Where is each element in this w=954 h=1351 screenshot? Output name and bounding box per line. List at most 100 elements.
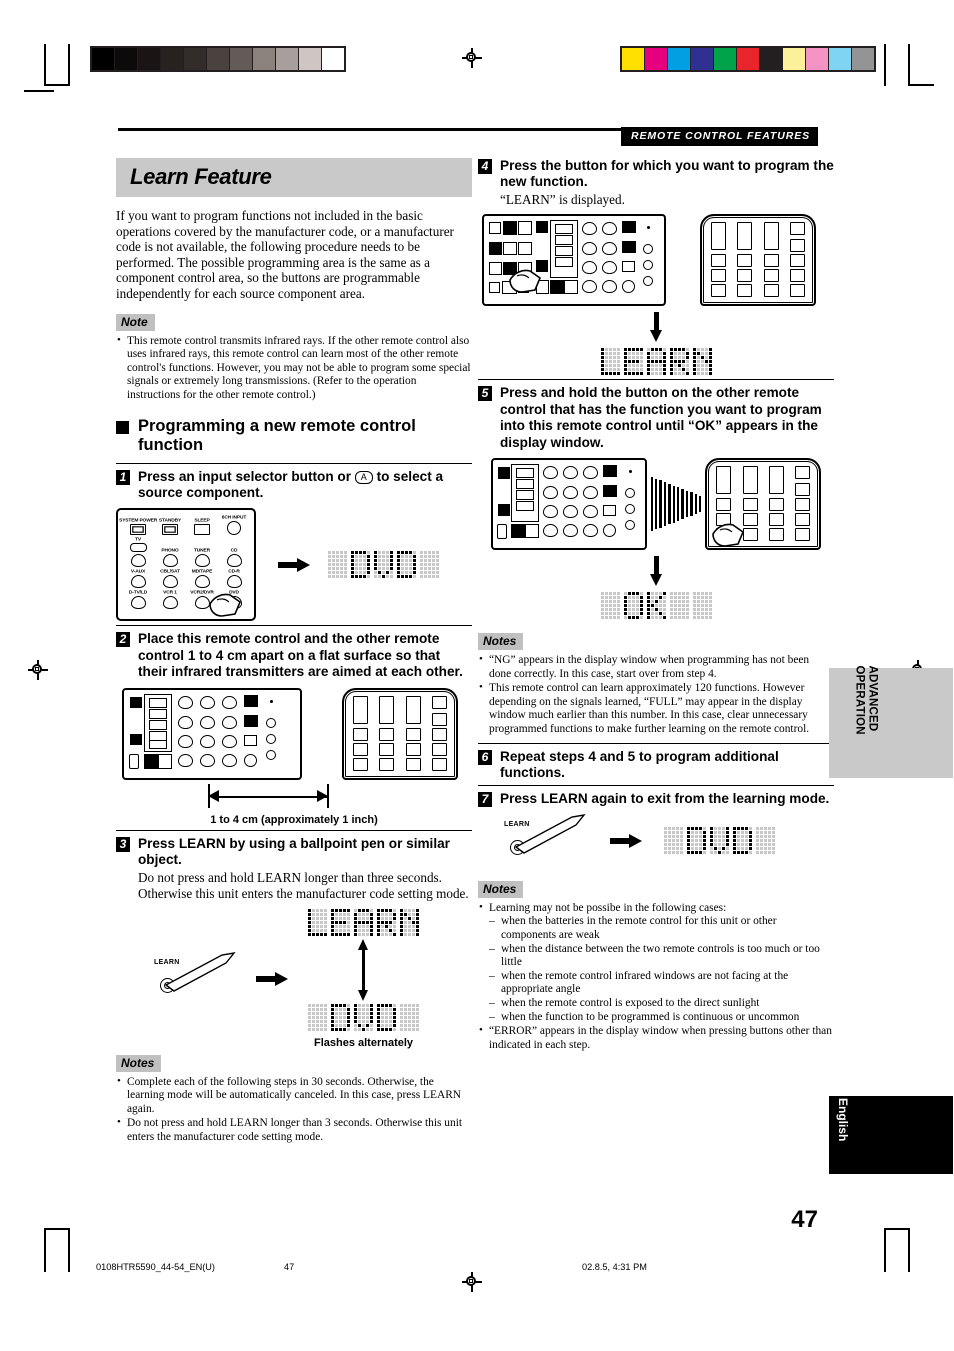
remote-source-key [582, 466, 598, 480]
remote-source-key [562, 524, 578, 538]
remote-source-key [222, 753, 237, 767]
crop-mark [44, 1228, 70, 1230]
notes-list-bottom: Learning may not be possibe in the follo… [478, 901, 834, 1053]
step-title: Place this remote control and the other … [138, 631, 463, 680]
remote-key [555, 246, 573, 257]
list-item: “NG” appears in the display window when … [478, 653, 834, 681]
pointing-hand-icon [711, 520, 745, 547]
list-item: when the batteries in the remote control… [489, 915, 834, 942]
remote-button-sleep [194, 524, 210, 536]
list-item: Complete each of the following steps in … [116, 1075, 472, 1117]
other-remote-key [711, 222, 726, 251]
other-remote-key [405, 695, 421, 724]
running-head: REMOTE CONTROL FEATURES [621, 127, 818, 146]
step-title: Press an input selector button or A to s… [138, 469, 472, 502]
remote-indicator [643, 276, 653, 287]
remote-button-v-aux [130, 575, 146, 589]
crop-mark [908, 84, 934, 86]
figure-step-2: 1 to 4 cm (approximately 1 inch) [116, 687, 472, 826]
remote-indicator [643, 260, 653, 271]
page-title: Learn Feature [130, 164, 272, 189]
flow-arrow-down-icon [649, 556, 663, 587]
grayscale-calibration-bar [90, 46, 346, 72]
other-remote-key [795, 528, 811, 542]
remote-key [510, 524, 525, 539]
remote-key [129, 753, 139, 769]
remote-button-d-tv-ld [130, 596, 146, 610]
list-item: when the remote control infrared windows… [489, 970, 834, 997]
remote-indicator [643, 244, 653, 255]
remote-key [244, 714, 258, 727]
crop-mark [68, 44, 70, 86]
remote-key [158, 753, 172, 769]
remote-source-key [178, 695, 193, 709]
figure-caption: Flashes alternately [313, 1036, 414, 1049]
other-remote-key [353, 695, 368, 724]
other-remote-key [769, 513, 784, 527]
remote-key [497, 467, 510, 480]
remote-button-tv-round [130, 554, 146, 568]
remote-button-cd-r [226, 575, 242, 589]
figure-step-1: SYSTEM POWER STANDBY SLEEP 6CH INPUT TV … [116, 508, 472, 622]
other-remote-key [353, 742, 368, 756]
side-tab-language: English [829, 1096, 953, 1174]
remote-key [130, 696, 142, 708]
other-remote-key [379, 727, 395, 741]
step-body: “LEARN” is displayed. [500, 191, 625, 207]
left-column: Learn Feature If you want to program fun… [116, 158, 472, 1151]
learn-button-press-illustration: LEARN [500, 813, 596, 867]
notes-label: Notes [116, 1054, 162, 1072]
remote-key [515, 468, 534, 479]
remote-key [489, 282, 500, 294]
other-remote-key [742, 466, 758, 495]
other-remote-key [353, 757, 368, 771]
step-number: 6 [478, 749, 492, 765]
remote-source-key [200, 753, 215, 767]
notes-label: Notes [478, 633, 524, 651]
remote-source-key [582, 486, 598, 500]
section-title-bar: Learn Feature [116, 158, 472, 197]
remote-button-cbl-sat [162, 575, 178, 589]
crop-mark [908, 44, 910, 86]
remote-source-key [602, 222, 617, 236]
remote-key [244, 753, 257, 767]
list-item: when the distance between the two remote… [489, 943, 834, 970]
registration-target-icon [462, 48, 482, 68]
other-remote-key [716, 466, 732, 495]
lcd-display-dvd [308, 1003, 419, 1031]
remote-key [244, 734, 257, 746]
figure-step-5 [478, 458, 834, 620]
step-number: 3 [116, 836, 130, 852]
other-remote-key [763, 269, 779, 283]
remote-key [555, 224, 573, 235]
remote-key [497, 504, 510, 517]
lcd-display-step-5 [478, 592, 834, 620]
pointing-hand-icon [208, 590, 241, 618]
list-item: “ERROR” appears in the display window wh… [478, 1024, 834, 1052]
remote-key [622, 221, 636, 234]
remote-source-key [178, 734, 193, 748]
remote-key [518, 221, 532, 236]
remote-key [524, 524, 539, 539]
step-5: 5 Press and hold the button on the other… [478, 379, 834, 620]
remote-cursor-left-key [489, 242, 502, 256]
list-item: when the function to be programmed is co… [489, 1011, 834, 1025]
remote-button-md-tape [194, 575, 210, 589]
side-tab-label: ADVANCED OPERATION [854, 665, 879, 735]
notes-list-left: Complete each of the following steps in … [116, 1075, 472, 1145]
remote-key [564, 280, 578, 295]
remote-cursor-center-key [503, 242, 517, 256]
print-footer: 0108HTR5590_44-54_EN(U) 47 02.8.5, 4:31 … [0, 1262, 954, 1282]
list-item: This remote control transmits infrared r… [116, 334, 472, 403]
remote-indicator [266, 749, 276, 760]
figure-step-4 [478, 214, 834, 376]
remote-source-key [602, 242, 617, 256]
remote-cursor-up-key [503, 221, 517, 236]
remote-source-key [562, 505, 578, 519]
other-remote-key [737, 269, 753, 283]
remote-key [536, 221, 548, 234]
remote-key [149, 697, 167, 708]
remote-key [149, 708, 167, 719]
step-number: 2 [116, 632, 130, 648]
remote-key [555, 257, 573, 268]
